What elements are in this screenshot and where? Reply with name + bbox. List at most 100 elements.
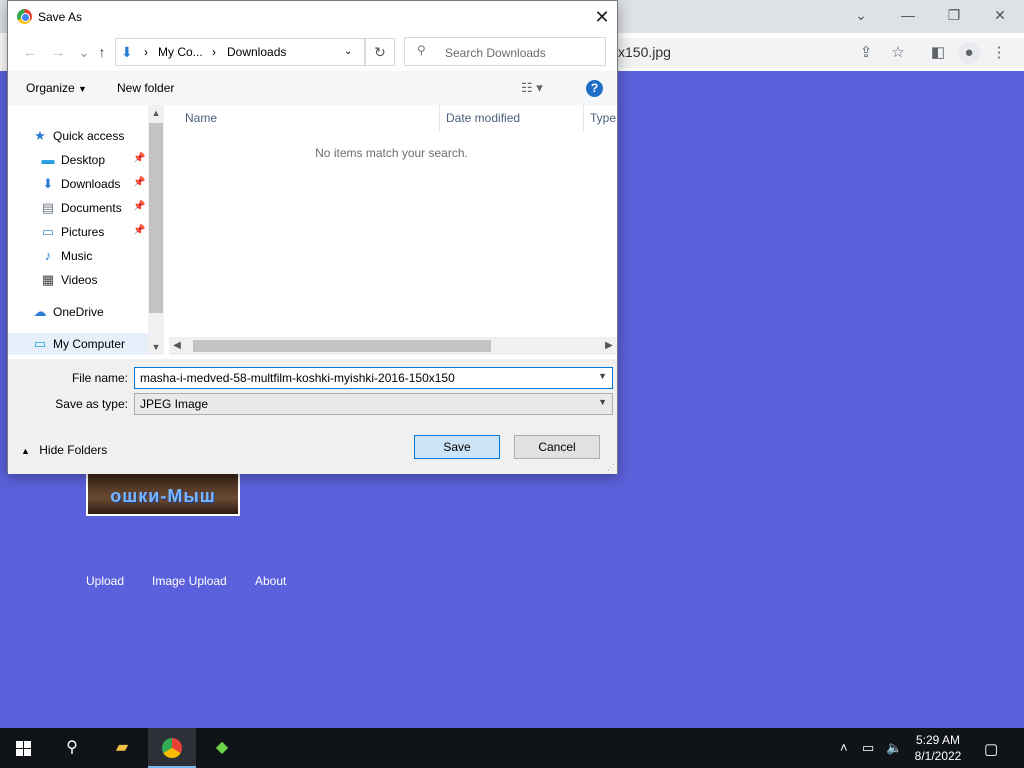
nav-item-label: My Computer bbox=[53, 337, 126, 351]
view-options-icon[interactable]: ☷ ▾ bbox=[521, 80, 543, 96]
side-panel-icon[interactable]: ◧ bbox=[927, 42, 949, 64]
back-arrow-icon[interactable]: ← bbox=[20, 42, 40, 62]
tab-search-icon[interactable]: ⌄ bbox=[838, 4, 884, 26]
breadcrumb-downloads[interactable]: Downloads bbox=[227, 45, 286, 59]
save-type-select[interactable]: JPEG Image ▼ bbox=[134, 393, 613, 415]
minimize-button[interactable]: — bbox=[885, 4, 931, 26]
search-placeholder: Search Downloads bbox=[445, 46, 546, 60]
video-icon: ▦ bbox=[41, 272, 55, 287]
nav-pane-scrollbar[interactable]: ▲ ▼ bbox=[148, 105, 164, 355]
scroll-left-icon[interactable]: ◀ bbox=[169, 337, 185, 355]
document-icon: ▤ bbox=[41, 200, 55, 215]
file-pane-horizontal-scrollbar[interactable]: ◀ ▶ bbox=[169, 337, 617, 355]
column-divider[interactable] bbox=[439, 105, 440, 131]
save-type-value: JPEG Image bbox=[140, 397, 209, 411]
forward-arrow-icon[interactable]: → bbox=[48, 42, 68, 62]
file-list-pane: Name Date modified Type No items match y… bbox=[164, 105, 617, 355]
column-header-type[interactable]: Type bbox=[590, 111, 616, 133]
scrollbar-thumb[interactable] bbox=[149, 123, 163, 313]
nav-item[interactable]: ▦ Videos bbox=[8, 269, 148, 291]
upload-link[interactable]: Upload bbox=[86, 574, 124, 588]
file-explorer-icon[interactable]: ▰ bbox=[98, 728, 146, 768]
chevron-down-icon[interactable]: ▼ bbox=[598, 371, 607, 381]
chevron-down-icon: ▼ bbox=[598, 397, 607, 407]
cancel-button[interactable]: Cancel bbox=[514, 435, 600, 459]
chevron-down-icon: ▼ bbox=[78, 84, 87, 94]
chevron-up-icon: ▲ bbox=[21, 446, 30, 456]
file-name-value: masha-i-medved-58-multfilm-koshki-myishk… bbox=[140, 371, 455, 385]
nav-item-label: Music bbox=[61, 249, 93, 263]
nav-item[interactable]: ▤ Documents 📌 bbox=[8, 197, 148, 219]
chrome-icon bbox=[17, 9, 32, 24]
empty-message: No items match your search. bbox=[315, 146, 468, 160]
nav-item[interactable]: ☁ OneDrive bbox=[8, 301, 148, 323]
new-folder-button[interactable]: New folder bbox=[117, 81, 174, 95]
start-button[interactable] bbox=[0, 728, 48, 768]
chevron-down-icon[interactable]: ⌄ bbox=[344, 46, 352, 57]
nav-item-label: OneDrive bbox=[53, 305, 104, 319]
help-icon[interactable]: ? bbox=[586, 80, 603, 97]
menu-kebab-icon[interactable]: ⋮ bbox=[988, 42, 1010, 64]
hide-folders-label: Hide Folders bbox=[39, 443, 108, 457]
search-icon[interactable]: ⚲ bbox=[48, 728, 96, 768]
nav-item-label: Desktop bbox=[61, 153, 106, 167]
column-header-date-modified[interactable]: Date modified bbox=[446, 111, 520, 133]
bookmark-star-icon[interactable]: ☆ bbox=[887, 42, 909, 64]
music-icon: ♪ bbox=[44, 248, 52, 263]
search-icon: ⚲ bbox=[417, 43, 426, 57]
notification-icon[interactable]: ▢ bbox=[984, 740, 998, 758]
scroll-up-icon[interactable]: ▲ bbox=[148, 105, 164, 121]
nav-item[interactable]: ▭ Pictures 📌 bbox=[8, 221, 148, 243]
nav-item[interactable]: ♪ Music bbox=[8, 245, 148, 267]
nav-item[interactable]: ⬇ Downloads 📌 bbox=[8, 173, 148, 195]
breadcrumb-my-computer[interactable]: My Co... bbox=[158, 45, 203, 59]
thumbnail-caption: ошки-Мыш bbox=[110, 486, 216, 506]
windows-logo-icon bbox=[16, 741, 32, 757]
network-icon[interactable]: ▭ bbox=[862, 740, 874, 756]
up-arrow-icon[interactable]: ↑ bbox=[92, 42, 112, 62]
nav-item-label: Documents bbox=[61, 201, 122, 215]
search-input[interactable]: ⚲ Search Downloads bbox=[404, 37, 606, 66]
profile-avatar-icon[interactable]: ● bbox=[958, 42, 980, 64]
organize-label: Organize bbox=[26, 81, 75, 95]
save-button[interactable]: Save bbox=[414, 435, 500, 459]
share-icon[interactable]: ⇪ bbox=[855, 42, 877, 64]
scroll-down-icon[interactable]: ▼ bbox=[148, 339, 164, 355]
image-thumbnail[interactable]: ошки-Мыш bbox=[86, 472, 240, 516]
file-name-label: File name: bbox=[71, 371, 128, 385]
save-form: File name: masha-i-medved-58-multfilm-ko… bbox=[8, 359, 617, 474]
chevron-up-icon[interactable]: ˄ bbox=[840, 740, 848, 755]
column-header-name[interactable]: Name bbox=[185, 111, 217, 133]
about-link[interactable]: About bbox=[255, 574, 286, 588]
hide-folders-toggle[interactable]: ▲ Hide Folders bbox=[21, 443, 107, 457]
maximize-button[interactable]: ❐ bbox=[931, 4, 977, 26]
save-type-label: Save as type: bbox=[55, 397, 128, 411]
refresh-icon[interactable]: ↻ bbox=[365, 38, 395, 66]
close-icon[interactable]: ✕ bbox=[588, 5, 616, 29]
address-bar-text: x150.jpg bbox=[618, 44, 671, 60]
organize-menu[interactable]: Organize ▼ bbox=[26, 81, 87, 95]
nav-item-label: Quick access bbox=[53, 129, 125, 143]
navigation-pane: ★ Quick access ▬ Desktop 📌 ⬇ Downloads 📌 ▤ Docume… bbox=[8, 105, 164, 355]
resize-grip-icon[interactable]: ⋰ bbox=[607, 463, 615, 472]
scroll-right-icon[interactable]: ▶ bbox=[601, 337, 617, 355]
nav-item-label: Pictures bbox=[61, 225, 105, 239]
star-icon: ★ bbox=[34, 128, 46, 143]
scrollbar-thumb[interactable] bbox=[193, 340, 491, 352]
nav-item[interactable]: ▬ Desktop 📌 bbox=[8, 149, 148, 171]
chrome-taskbar-icon[interactable] bbox=[148, 728, 196, 768]
breadcrumb-separator-icon[interactable]: › bbox=[144, 45, 148, 59]
clock[interactable]: 5:29 AM 8/1/2022 bbox=[900, 732, 976, 764]
image-upload-link[interactable]: Image Upload bbox=[152, 574, 227, 588]
nav-item[interactable]: ★ Quick access bbox=[8, 125, 148, 147]
recent-chevron-icon[interactable]: ⌄ bbox=[74, 42, 94, 62]
nav-item[interactable]: ▭ My Computer bbox=[8, 333, 148, 355]
file-name-field[interactable]: masha-i-medved-58-multfilm-koshki-myishk… bbox=[134, 367, 613, 389]
desktop-icon: ▬ bbox=[41, 152, 55, 167]
breadcrumb[interactable]: ⬇ › My Co... › Downloads ⌄ bbox=[115, 38, 365, 66]
column-divider[interactable] bbox=[583, 105, 584, 131]
close-window-button[interactable]: ✕ bbox=[977, 4, 1023, 26]
nav-item-label: Downloads bbox=[61, 177, 121, 191]
bluestacks-icon[interactable]: ◆ bbox=[198, 728, 246, 768]
breadcrumb-separator-icon[interactable]: › bbox=[212, 45, 216, 59]
